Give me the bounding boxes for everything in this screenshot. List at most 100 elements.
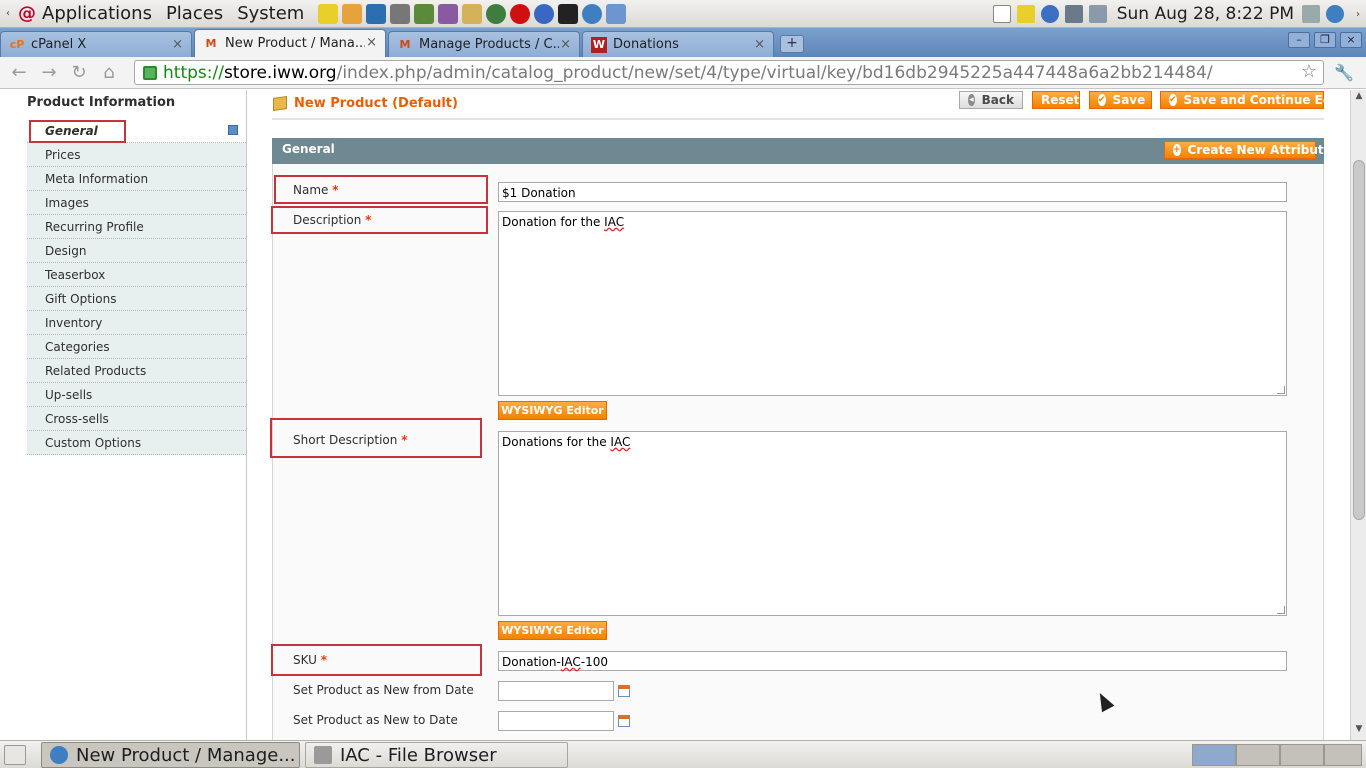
wrench-icon[interactable]: 🔧	[1334, 63, 1354, 82]
panel-right-arrow-icon[interactable]: ›	[1350, 0, 1366, 28]
globe-launcher-icon[interactable]	[486, 3, 507, 24]
tab-manage-products[interactable]: M Manage Products / C... ×	[388, 31, 580, 57]
minimize-icon[interactable]: –	[1288, 32, 1310, 48]
workspace-4[interactable]	[1324, 744, 1362, 766]
reload-icon[interactable]: ↻	[64, 60, 94, 86]
short-description-field[interactable]: Donations for the IAC	[498, 431, 1287, 616]
chrome-launcher-icon[interactable]	[582, 3, 603, 24]
sku-value: Donation-	[502, 655, 561, 669]
sku-value-suffix: -100	[580, 655, 609, 669]
menu-applications[interactable]: Applications	[42, 3, 152, 24]
description-field[interactable]: Donation for the IAC	[498, 211, 1287, 396]
save-and-continue-button[interactable]: ✔ Save and Continue Edit	[1160, 91, 1341, 109]
new-from-date-field[interactable]	[498, 681, 614, 701]
close-icon[interactable]: ×	[366, 35, 377, 50]
bookmark-star-icon[interactable]: ☆	[1301, 61, 1317, 82]
sidebar-item-gift-options[interactable]: Gift Options	[27, 287, 246, 311]
menu-system[interactable]: System	[237, 3, 304, 24]
page-title: New Product (Default)	[294, 96, 458, 111]
close-icon[interactable]: ×	[754, 37, 765, 52]
sku-field[interactable]: Donation-IAC-100	[498, 651, 1287, 671]
plus-icon: +	[1173, 144, 1181, 156]
editor-launcher-icon[interactable]	[462, 3, 483, 24]
workspace-1[interactable]	[1192, 744, 1236, 766]
create-attribute-button[interactable]: + Create New Attribute	[1164, 141, 1332, 159]
network-tray-icon[interactable]	[1088, 5, 1107, 23]
new-tab-icon[interactable]: +	[780, 35, 804, 53]
files-launcher-icon[interactable]	[606, 3, 627, 24]
calendar-icon[interactable]	[618, 685, 630, 697]
tab-cpanel[interactable]: cP cPanel X ×	[0, 31, 192, 57]
sidebar-item-images[interactable]: Images	[27, 191, 246, 215]
close-icon[interactable]: ×	[560, 37, 571, 52]
sidebar-item-custom-options[interactable]: Custom Options	[27, 431, 246, 455]
notes-tray-icon[interactable]	[1016, 5, 1035, 23]
back-arrow-icon[interactable]: ←	[4, 60, 34, 86]
terminal-launcher-icon[interactable]	[558, 3, 579, 24]
sidebar-item-design[interactable]: Design	[27, 239, 246, 263]
wysiwyg-editor-button[interactable]: WYSIWYG Editor	[498, 401, 607, 420]
bluetooth-icon[interactable]	[1040, 5, 1059, 23]
forward-arrow-icon[interactable]: →	[34, 60, 64, 86]
maximize-icon[interactable]: ❐	[1314, 32, 1336, 48]
sidebar-item-related-products[interactable]: Related Products	[27, 359, 246, 383]
task-new-product[interactable]: New Product / Manage...	[41, 742, 300, 768]
tab-donations[interactable]: W Donations ×	[582, 31, 774, 57]
reset-button[interactable]: Reset	[1032, 91, 1080, 109]
check-icon: ✔	[1098, 94, 1106, 106]
window-close-icon[interactable]: ×	[1340, 32, 1362, 48]
signal-icon[interactable]	[1064, 5, 1083, 23]
screenshot-launcher-icon[interactable]	[342, 3, 363, 24]
pidgin-launcher-icon[interactable]	[438, 3, 459, 24]
network-launcher-icon[interactable]	[534, 3, 555, 24]
home-icon[interactable]: ⌂	[94, 60, 124, 86]
sidebar-item-categories[interactable]: Categories	[27, 335, 246, 359]
sidebar-item-meta-information[interactable]: Meta Information	[27, 167, 246, 191]
opera-launcher-icon[interactable]	[510, 3, 531, 24]
page-scrollbar[interactable]: ▲ ▼	[1350, 90, 1366, 740]
create-attribute-label: Create New Attribute	[1187, 143, 1332, 157]
calculator-launcher-icon[interactable]	[390, 3, 411, 24]
short-description-value-misspelled: IAC	[610, 435, 631, 449]
scroll-up-icon[interactable]: ▲	[1351, 91, 1366, 105]
panel-left-arrow-icon[interactable]: ‹	[0, 0, 16, 28]
name-field[interactable]: $1 Donation	[498, 182, 1287, 202]
save-button[interactable]: ✔ Save	[1089, 91, 1152, 109]
workspace-2[interactable]	[1236, 744, 1280, 766]
sidebar-item-up-sells[interactable]: Up-sells	[27, 383, 246, 407]
calendar-icon[interactable]	[618, 715, 630, 727]
sidebar-item-recurring-profile[interactable]: Recurring Profile	[27, 215, 246, 239]
tab-new-product[interactable]: M New Product / Mana... ×	[194, 29, 386, 57]
debian-logo-icon[interactable]: @	[16, 3, 38, 25]
scroll-down-icon[interactable]: ▼	[1351, 724, 1366, 738]
task-file-browser[interactable]: IAC - File Browser	[305, 742, 568, 768]
clock[interactable]: Sun Aug 28, 8:22 PM	[1117, 4, 1294, 24]
sidebar-title: Product Information	[27, 95, 176, 110]
tab-title: Manage Products / C...	[419, 37, 559, 52]
description-value-misspelled: IAC	[604, 215, 625, 229]
volume-icon[interactable]	[1302, 5, 1320, 23]
notes-launcher-icon[interactable]	[318, 3, 339, 24]
usb-icon[interactable]	[992, 5, 1011, 23]
sidebar-item-teaserbox[interactable]: Teaserbox	[27, 263, 246, 287]
chrome-tray-icon[interactable]	[1326, 5, 1344, 23]
back-button[interactable]: ◂ Back	[959, 91, 1023, 109]
show-desktop-icon[interactable]	[4, 745, 26, 765]
address-bar[interactable]: https:// store.iww.org /index.php/admin/…	[134, 60, 1324, 85]
sidebar-item-prices[interactable]: Prices	[27, 143, 246, 167]
sidebar-item-inventory[interactable]: Inventory	[27, 311, 246, 335]
magento-favicon-icon: M	[399, 38, 411, 51]
new-to-date-field[interactable]	[498, 711, 614, 731]
new-from-date-label: Set Product as New from Date	[293, 683, 474, 697]
url-scheme: https://	[163, 62, 224, 83]
wysiwyg-editor-button[interactable]: WYSIWYG Editor	[498, 621, 607, 640]
sidebar-item-cross-sells[interactable]: Cross-sells	[27, 407, 246, 431]
bottom-panel: New Product / Manage... IAC - File Brows…	[0, 740, 1366, 768]
close-icon[interactable]: ×	[172, 37, 183, 52]
scrollbar-thumb[interactable]	[1353, 160, 1365, 520]
image-launcher-icon[interactable]	[414, 3, 435, 24]
browser-tab-strip: cP cPanel X × M New Product / Mana... × …	[0, 28, 1366, 57]
workspace-3[interactable]	[1280, 744, 1324, 766]
menu-places[interactable]: Places	[166, 3, 223, 24]
monitor-launcher-icon[interactable]	[366, 3, 387, 24]
